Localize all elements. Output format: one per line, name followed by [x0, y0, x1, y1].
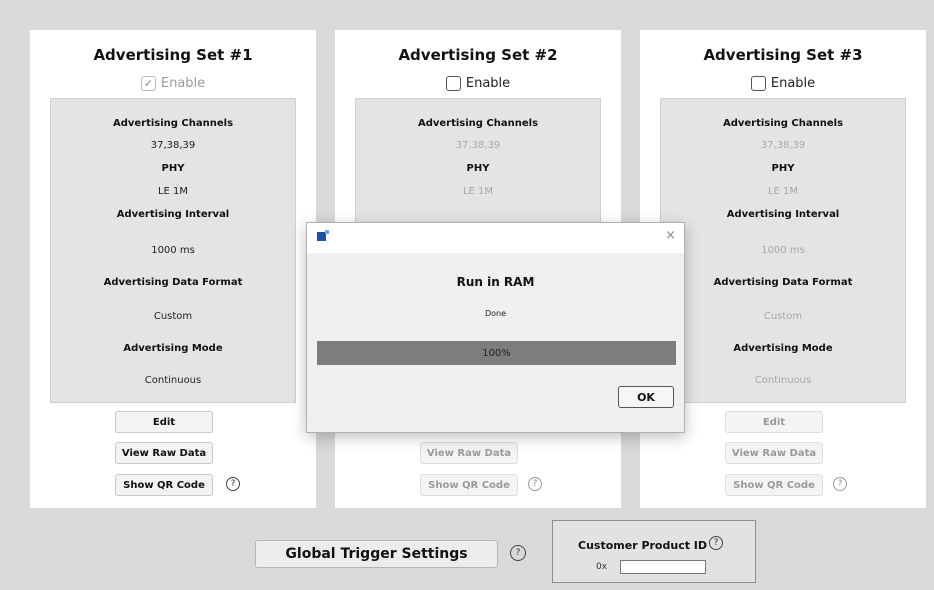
channels-value: 37,38,39	[455, 140, 501, 151]
mode-label: Advertising Mode	[123, 343, 223, 354]
hex-prefix: 0x	[596, 562, 608, 572]
data-format-label: Advertising Data Format	[103, 277, 243, 288]
interval-value: 1000 ms	[151, 245, 195, 256]
dialog-heading: Run in RAM	[456, 275, 535, 289]
enable-checkbox[interactable]	[750, 76, 766, 91]
data-format-value: Custom	[153, 311, 193, 322]
mode-value: Continuous	[754, 375, 812, 386]
set-title: Advertising Set #3	[703, 46, 863, 64]
enable-checkbox[interactable]: ✓	[140, 76, 156, 91]
help-icon[interactable]: ?	[510, 545, 526, 561]
enable-checkbox[interactable]	[445, 76, 461, 91]
edit-button[interactable]: Edit	[115, 411, 213, 433]
channels-label: Advertising Channels	[417, 118, 539, 129]
progress-label: 100%	[482, 347, 511, 359]
app-icon	[317, 230, 329, 241]
mode-label: Advertising Mode	[733, 343, 833, 354]
close-icon[interactable]: ×	[665, 228, 676, 243]
advertising-set-1-card: Advertising Set #1 ✓ Enable Advertising …	[30, 30, 316, 508]
enable-toggle[interactable]: Enable	[640, 76, 926, 91]
channels-label: Advertising Channels	[722, 118, 844, 129]
mode-value: Continuous	[144, 375, 202, 386]
ok-button[interactable]: OK	[618, 386, 674, 408]
data-format-value: Custom	[763, 311, 803, 322]
help-icon[interactable]: ?	[226, 477, 240, 491]
progress-bar: 100%	[317, 341, 676, 365]
interval-value: 1000 ms	[761, 245, 805, 256]
enable-toggle[interactable]: ✓ Enable	[30, 76, 316, 91]
customer-product-id-input[interactable]	[620, 560, 706, 574]
help-icon[interactable]: ?	[528, 477, 542, 491]
view-raw-data-button[interactable]: View Raw Data	[725, 442, 823, 464]
help-icon[interactable]: ?	[833, 477, 847, 491]
phy-value: LE 1M	[767, 186, 799, 197]
show-qr-code-button[interactable]: Show QR Code	[420, 474, 518, 496]
help-icon[interactable]: ?	[709, 536, 723, 550]
data-format-label: Advertising Data Format	[713, 277, 853, 288]
edit-button[interactable]: Edit	[725, 411, 823, 433]
customer-product-id-label: Customer Product ID	[578, 539, 708, 552]
channels-label: Advertising Channels	[112, 118, 234, 129]
phy-value: LE 1M	[157, 186, 189, 197]
global-trigger-settings-button[interactable]: Global Trigger Settings	[255, 540, 498, 568]
enable-label: Enable	[160, 76, 206, 91]
set-title: Advertising Set #2	[398, 46, 558, 64]
show-qr-code-button[interactable]: Show QR Code	[115, 474, 213, 496]
settings-summary-panel: Advertising Channels 37,38,39 PHY LE 1M …	[50, 98, 296, 403]
channels-value: 37,38,39	[760, 140, 806, 151]
set-title: Advertising Set #1	[93, 46, 253, 64]
enable-toggle[interactable]: Enable	[335, 76, 621, 91]
phy-label: PHY	[466, 163, 490, 174]
show-qr-code-button[interactable]: Show QR Code	[725, 474, 823, 496]
customer-product-id-panel: Customer Product ID ? 0x	[552, 520, 756, 583]
dialog-status: Done	[484, 309, 507, 318]
channels-value: 37,38,39	[150, 140, 196, 151]
interval-label: Advertising Interval	[726, 209, 840, 220]
view-raw-data-button[interactable]: View Raw Data	[420, 442, 518, 464]
phy-value: LE 1M	[462, 186, 494, 197]
interval-label: Advertising Interval	[116, 209, 230, 220]
dialog-titlebar: ×	[307, 223, 684, 253]
phy-label: PHY	[771, 163, 795, 174]
settings-summary-panel: Advertising Channels 37,38,39 PHY LE 1M …	[660, 98, 906, 403]
enable-label: Enable	[770, 76, 816, 91]
view-raw-data-button[interactable]: View Raw Data	[115, 442, 213, 464]
enable-label: Enable	[465, 76, 511, 91]
phy-label: PHY	[161, 163, 185, 174]
run-in-ram-dialog: × Run in RAM Done 100% OK	[306, 222, 685, 433]
